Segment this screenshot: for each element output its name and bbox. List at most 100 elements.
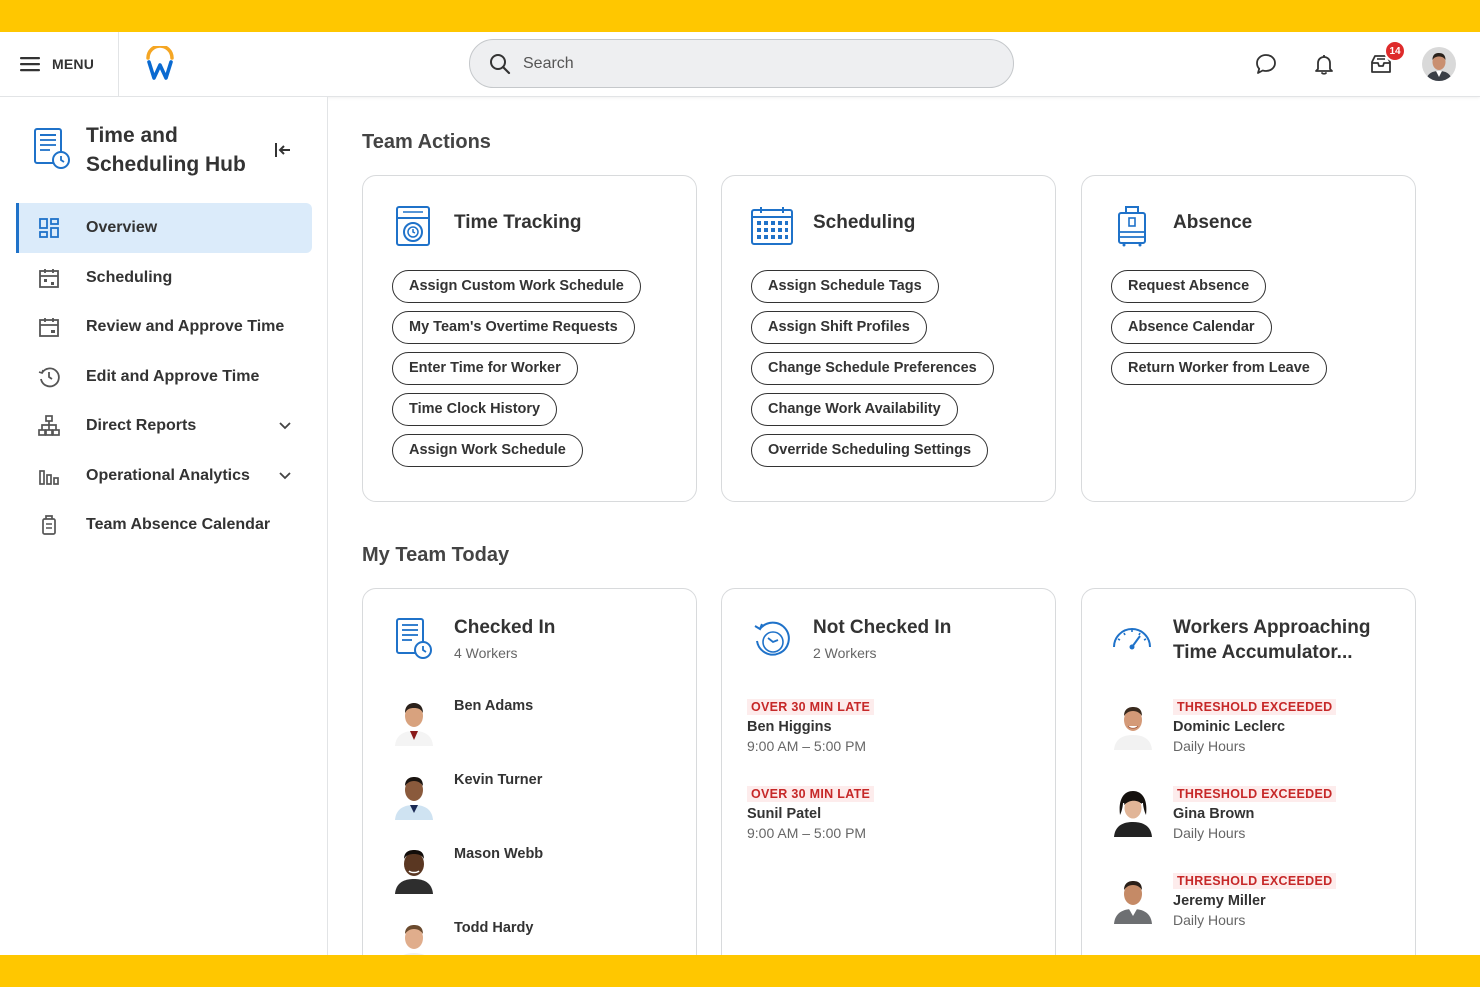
- workday-logo[interactable]: [144, 46, 176, 82]
- worker-count: 4 Workers: [454, 645, 518, 661]
- sidebar-item-team-absence-calendar[interactable]: Team Absence Calendar: [16, 501, 312, 551]
- worker-name: Sunil Patel: [747, 806, 822, 822]
- action-list: Assign Custom Work Schedule My Team's Ov…: [392, 270, 641, 475]
- person-photo-icon: [1114, 881, 1152, 924]
- worker-name: Ben Adams: [454, 698, 534, 714]
- time-clock-icon: [396, 206, 430, 246]
- calendar-grid-icon: [751, 207, 793, 245]
- card-title: Workers Approaching Time Accumulator...: [1173, 617, 1371, 663]
- sidebar-item-edit-approve-time[interactable]: Edit and Approve Time: [16, 352, 312, 402]
- sidebar-item-review-approve-time[interactable]: Review and Approve Time: [16, 303, 312, 353]
- user-avatar[interactable]: [1422, 47, 1456, 81]
- menu-button[interactable]: MENU: [20, 52, 94, 76]
- request-absence-button[interactable]: Request Absence: [1111, 270, 1267, 303]
- person-photo-icon: [1114, 791, 1152, 837]
- luggage-icon: [37, 513, 61, 537]
- not-checked-in-card[interactable]: Not Checked In 2 Workers OVER 30 MIN LAT…: [721, 588, 1056, 955]
- sidebar-item-label: Team Absence Calendar: [86, 516, 271, 534]
- card-title: Time Tracking: [454, 212, 582, 233]
- list-item[interactable]: OVER 30 MIN LATE Ben Higgins 9:00 AM – 5…: [747, 698, 1037, 754]
- top-bar: MENU Search 14: [0, 32, 1480, 97]
- list-item[interactable]: THRESHOLD EXCEEDED Gina Brown Daily Hour…: [1110, 785, 1410, 855]
- person-photo-icon: [395, 777, 433, 820]
- checked-in-card[interactable]: Checked In 4 Workers Ben Adams Kevin Tur…: [362, 588, 697, 955]
- bar-chart-icon: [37, 464, 61, 488]
- speedometer-icon: [1113, 628, 1151, 650]
- worker-count: 2 Workers: [813, 645, 877, 661]
- absence-card: Absence Request Absence Absence Calendar…: [1081, 175, 1416, 502]
- hamburger-icon: [20, 57, 40, 72]
- sidebar-item-label: Edit and Approve Time: [86, 367, 260, 385]
- sidebar-item-direct-reports[interactable]: Direct Reports: [16, 402, 312, 452]
- assign-shift-profiles-button[interactable]: Assign Shift Profiles: [751, 311, 927, 344]
- worker-info: THRESHOLD EXCEEDED Jeremy Miller Daily H…: [1173, 872, 1337, 928]
- accumulator-detail: Daily Hours: [1173, 738, 1246, 754]
- time-clock-history-button[interactable]: Time Clock History: [392, 393, 558, 426]
- overtime-requests-button[interactable]: My Team's Overtime Requests: [392, 311, 635, 344]
- org-chart-icon: [37, 414, 61, 438]
- collapse-sidebar-icon[interactable]: [272, 140, 294, 160]
- scheduling-card: Scheduling Assign Schedule Tags Assign S…: [721, 175, 1056, 502]
- action-list: Request Absence Absence Calendar Return …: [1111, 270, 1327, 393]
- assign-schedule-tags-button[interactable]: Assign Schedule Tags: [751, 270, 939, 303]
- calendar-check-icon: [37, 315, 61, 339]
- search-bar[interactable]: Search: [469, 39, 1014, 88]
- notifications-button[interactable]: [1311, 51, 1337, 77]
- override-scheduling-settings-button[interactable]: Override Scheduling Settings: [751, 434, 989, 467]
- bell-icon: [1315, 55, 1333, 75]
- list-item[interactable]: Ben Adams: [391, 694, 681, 754]
- sidebar-item-operational-analytics[interactable]: Operational Analytics: [16, 451, 312, 501]
- search-input[interactable]: Search: [523, 55, 574, 73]
- calendar-icon: [37, 266, 61, 290]
- list-item[interactable]: THRESHOLD EXCEEDED Jeremy Miller Daily H…: [1110, 872, 1410, 942]
- assign-custom-work-schedule-button[interactable]: Assign Custom Work Schedule: [392, 270, 641, 303]
- sidebar-item-label: Scheduling: [86, 268, 173, 286]
- threshold-status-badge: THRESHOLD EXCEEDED: [1173, 786, 1337, 802]
- list-item[interactable]: Todd Hardy: [391, 916, 681, 955]
- chevron-down-icon[interactable]: [278, 471, 292, 481]
- my-team-today-heading: My Team Today: [362, 544, 510, 566]
- timer-icon: [754, 621, 790, 656]
- enter-time-for-worker-button[interactable]: Enter Time for Worker: [392, 352, 578, 385]
- chat-button[interactable]: [1253, 51, 1279, 77]
- card-title: Scheduling: [813, 212, 916, 233]
- assign-work-schedule-button[interactable]: Assign Work Schedule: [392, 434, 583, 467]
- change-schedule-preferences-button[interactable]: Change Schedule Preferences: [751, 352, 994, 385]
- timesheet-icon: [396, 618, 432, 659]
- worker-name: Jeremy Miller: [1173, 893, 1266, 909]
- worker-name: Todd Hardy: [454, 920, 534, 936]
- card-title: Checked In: [454, 617, 556, 638]
- shift-time: 9:00 AM – 5:00 PM: [747, 738, 867, 754]
- list-item[interactable]: Kevin Turner: [391, 768, 681, 828]
- sidebar-item-scheduling[interactable]: Scheduling: [16, 253, 312, 303]
- time-accumulator-card[interactable]: Workers Approaching Time Accumulator... …: [1081, 588, 1416, 955]
- team-actions-heading: Team Actions: [362, 131, 491, 153]
- search-icon: [490, 53, 511, 74]
- sidebar-item-label: Operational Analytics: [86, 466, 250, 484]
- worker-name: Dominic Leclerc: [1173, 719, 1286, 735]
- inbox-count-badge: 14: [1384, 40, 1406, 62]
- sidebar-item-overview[interactable]: Overview: [16, 203, 312, 253]
- menu-label: MENU: [52, 56, 95, 72]
- threshold-status-badge: THRESHOLD EXCEEDED: [1173, 699, 1337, 715]
- list-item[interactable]: OVER 30 MIN LATE Sunil Patel 9:00 AM – 5…: [747, 785, 1037, 841]
- sidebar-item-label: Overview: [86, 219, 158, 236]
- worker-name: Ben Higgins: [747, 719, 832, 735]
- worker-name: Mason Webb: [454, 846, 544, 862]
- worker-info: THRESHOLD EXCEEDED Gina Brown Daily Hour…: [1173, 785, 1337, 841]
- accumulator-detail: Daily Hours: [1173, 912, 1246, 928]
- suitcase-icon: [1118, 206, 1146, 247]
- worker-info: THRESHOLD EXCEEDED Dominic Leclerc Daily…: [1173, 698, 1337, 754]
- list-item[interactable]: Mason Webb: [391, 842, 681, 902]
- person-photo-icon: [1114, 707, 1152, 750]
- absence-calendar-button[interactable]: Absence Calendar: [1111, 311, 1272, 344]
- list-item[interactable]: THRESHOLD EXCEEDED Dominic Leclerc Daily…: [1110, 698, 1410, 768]
- sidebar-nav: Overview Scheduling Review and Approve T…: [16, 203, 312, 550]
- change-work-availability-button[interactable]: Change Work Availability: [751, 393, 958, 426]
- chevron-down-icon[interactable]: [278, 421, 292, 431]
- time-tracking-card: Time Tracking Assign Custom Work Schedul…: [362, 175, 697, 502]
- return-worker-from-leave-button[interactable]: Return Worker from Leave: [1111, 352, 1327, 385]
- hub-title: Time and Scheduling Hub: [86, 124, 246, 176]
- shift-time: 9:00 AM – 5:00 PM: [747, 825, 867, 841]
- timesheet-icon: [34, 128, 70, 169]
